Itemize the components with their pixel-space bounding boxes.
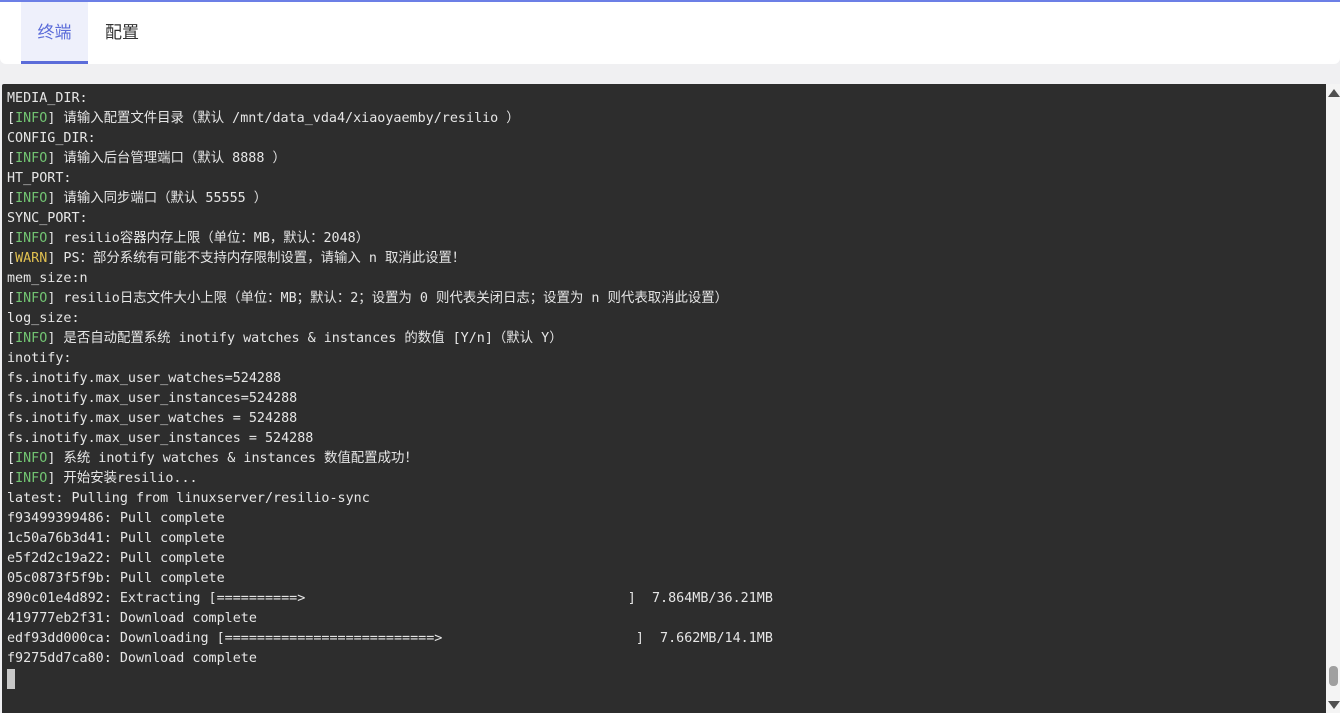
info-tag: INFO — [15, 151, 48, 166]
terminal-line: [INFO] 请输入后台管理端口（默认 8888 ） — [7, 151, 286, 166]
terminal-line: [INFO] 是否自动配置系统 inotify watches & instan… — [7, 331, 563, 346]
tab-config[interactable]: 配置 — [94, 2, 150, 64]
terminal-line: latest: Pulling from linuxserver/resilio… — [7, 489, 773, 509]
terminal-line: fs.inotify.max_user_watches = 524288 — [7, 409, 773, 429]
terminal-line: MEDIA_DIR: — [7, 89, 773, 109]
info-tag: INFO — [15, 471, 48, 486]
scroll-up-arrow-icon[interactable] — [1328, 89, 1340, 97]
terminal-line: edf93dd000ca: Downloading [=============… — [7, 629, 773, 649]
terminal-line: 1c50a76b3d41: Pull complete — [7, 529, 773, 549]
terminal-line-text: resilio日志文件大小上限（单位：MB；默认：2；设置为 0 则代表关闭日志… — [55, 291, 729, 306]
terminal-line: 890c01e4d892: Extracting [==========> ] … — [7, 589, 773, 609]
terminal-line: f93499399486: Pull complete — [7, 509, 773, 529]
terminal-line: [INFO] 开始安装resilio... — [7, 471, 198, 486]
terminal-line: inotify: — [7, 349, 773, 369]
info-tag: INFO — [15, 451, 48, 466]
terminal-line-text: 请输入同步端口（默认 55555 ） — [55, 191, 268, 206]
terminal-line: log_size: — [7, 309, 773, 329]
terminal-line-text: HT_PORT: — [7, 171, 72, 186]
terminal-output[interactable]: MEDIA_DIR: [INFO] 请输入配置文件目录（默认 /mnt/data_… — [2, 84, 1326, 713]
terminal-line: SYNC_PORT: — [7, 209, 773, 229]
scroll-down-arrow-icon[interactable] — [1328, 701, 1340, 709]
terminal-line-text: SYNC_PORT: — [7, 211, 88, 226]
terminal-line: mem_size:n — [7, 269, 773, 289]
terminal-line: CONFIG_DIR: — [7, 129, 773, 149]
terminal-line-text: fs.inotify.max_user_watches = 524288 — [7, 411, 298, 426]
terminal-line: e5f2d2c19a22: Pull complete — [7, 549, 773, 569]
terminal-line-text: 419777eb2f31: Download complete — [7, 611, 257, 626]
info-tag: INFO — [15, 191, 48, 206]
info-tag: INFO — [15, 291, 48, 306]
terminal-line: 05c0873f5f9b: Pull complete — [7, 569, 773, 589]
terminal-line-text: 05c0873f5f9b: Pull complete — [7, 571, 225, 586]
terminal-line: f9275dd7ca80: Download complete — [7, 649, 773, 669]
terminal-line-text: fs.inotify.max_user_watches=524288 — [7, 371, 282, 386]
terminal-line-text: CONFIG_DIR: — [7, 131, 96, 146]
top-tab-bar: 终端 配置 — [0, 0, 1340, 64]
terminal-line-text: 系统 inotify watches & instances 数值配置成功！ — [55, 451, 418, 466]
info-tag: INFO — [15, 231, 48, 246]
terminal-prompt-line — [7, 669, 773, 689]
terminal-line-text: resilio容器内存上限（单位：MB，默认：2048） — [55, 231, 370, 246]
warn-tag: WARN — [15, 251, 48, 266]
terminal-line: [INFO] resilio容器内存上限（单位：MB，默认：2048） — [7, 231, 370, 246]
terminal-line-text: edf93dd000ca: Downloading [=============… — [7, 631, 773, 646]
info-tag: INFO — [15, 331, 48, 346]
terminal-line-text: 890c01e4d892: Extracting [==========> ] … — [7, 591, 773, 606]
info-tag: INFO — [15, 111, 48, 126]
terminal-cursor — [7, 669, 15, 689]
terminal-line-text: 请输入配置文件目录（默认 /mnt/data_vda4/xiaoyaemby/r… — [55, 111, 520, 126]
terminal-line: [INFO] 请输入配置文件目录（默认 /mnt/data_vda4/xiaoy… — [7, 111, 520, 126]
terminal-line: [INFO] resilio日志文件大小上限（单位：MB；默认：2；设置为 0 … — [7, 291, 729, 306]
terminal-line: HT_PORT: — [7, 169, 773, 189]
terminal-line-text: e5f2d2c19a22: Pull complete — [7, 551, 225, 566]
terminal-line-text: MEDIA_DIR: — [7, 91, 88, 106]
terminal-line-text: f9275dd7ca80: Download complete — [7, 651, 257, 666]
terminal-line-text: mem_size:n — [7, 271, 88, 286]
terminal-line-text: fs.inotify.max_user_instances = 524288 — [7, 431, 314, 446]
terminal-scrollbar[interactable] — [1326, 84, 1340, 713]
terminal-line-text: 请输入后台管理端口（默认 8888 ） — [55, 151, 286, 166]
terminal-line: fs.inotify.max_user_instances=524288 — [7, 389, 773, 409]
terminal-line-text: log_size: — [7, 311, 80, 326]
terminal-line-text: f93499399486: Pull complete — [7, 511, 225, 526]
terminal-line-text: latest: Pulling from linuxserver/resilio… — [7, 491, 370, 506]
scrollbar-thumb[interactable] — [1329, 666, 1338, 686]
terminal-line-text: fs.inotify.max_user_instances=524288 — [7, 391, 298, 406]
terminal-line: [INFO] 系统 inotify watches & instances 数值… — [7, 451, 418, 466]
tab-terminal[interactable]: 终端 — [21, 2, 88, 64]
terminal-line-text: 1c50a76b3d41: Pull complete — [7, 531, 225, 546]
terminal-line: 419777eb2f31: Download complete — [7, 609, 773, 629]
terminal-line-text: PS：部分系统有可能不支持内存限制设置，请输入 n 取消此设置！ — [55, 251, 466, 266]
terminal-line-text: 是否自动配置系统 inotify watches & instances 的数值… — [55, 331, 563, 346]
terminal-line-text: 开始安装resilio... — [55, 471, 198, 486]
terminal-line: fs.inotify.max_user_watches=524288 — [7, 369, 773, 389]
terminal-line: [WARN] PS：部分系统有可能不支持内存限制设置，请输入 n 取消此设置！ — [7, 251, 466, 266]
terminal-lines: MEDIA_DIR: [INFO] 请输入配置文件目录（默认 /mnt/data_… — [7, 89, 773, 689]
terminal-line: fs.inotify.max_user_instances = 524288 — [7, 429, 773, 449]
terminal-line: [INFO] 请输入同步端口（默认 55555 ） — [7, 191, 268, 206]
terminal-line-text: inotify: — [7, 351, 72, 366]
